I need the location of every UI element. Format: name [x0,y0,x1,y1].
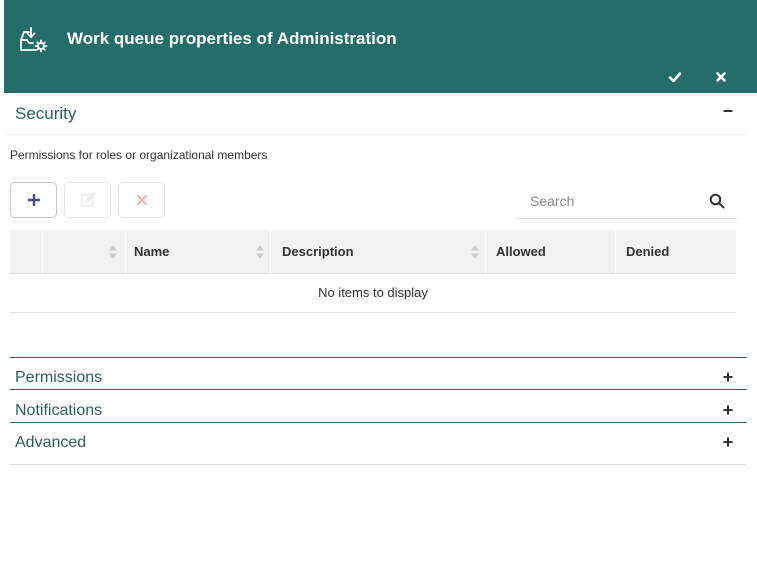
section-divider [10,389,747,390]
permissions-grid: Name Description Allowed Denied No items… [10,230,736,313]
edit-icon [80,192,96,207]
sort-icon[interactable] [255,244,265,260]
section-security-title: Security [15,104,77,123]
column-header-allowed[interactable]: Allowed [486,230,616,274]
delete-permission-button[interactable] [118,182,165,218]
section-permissions-title: Permissions [15,369,103,386]
plus-icon[interactable] [722,371,734,383]
sort-icon[interactable] [470,244,480,260]
close-icon [716,72,726,82]
section-notifications-header[interactable]: Notifications [4,394,748,422]
section-divider [10,464,747,465]
section-advanced-header[interactable]: Advanced [4,426,748,464]
search-icon[interactable] [709,193,725,209]
section-advanced-title: Advanced [15,434,87,451]
plus-icon [27,194,40,206]
minus-icon[interactable] [722,105,734,117]
sort-icon[interactable] [108,244,118,260]
column-header-select [10,230,43,274]
plus-icon[interactable] [722,436,734,448]
edit-permission-button[interactable] [64,182,111,218]
column-header-description[interactable]: Description [271,230,486,274]
grid-header: Name Description Allowed Denied [10,230,736,274]
permissions-caption: Permissions for roles or organizational … [10,148,268,162]
plus-icon[interactable] [722,404,734,416]
column-header-name-label: Name [134,244,170,259]
section-security-header[interactable]: Security [4,99,748,135]
column-header-description-label: Description [282,244,354,259]
inbox-gear-icon [20,27,48,53]
column-header-denied-label: Denied [626,244,670,259]
search-box [516,184,737,219]
add-permission-button[interactable] [10,182,57,218]
search-input[interactable] [516,184,706,217]
section-divider [10,357,747,358]
check-icon [668,72,682,83]
column-header-denied[interactable]: Denied [616,230,736,274]
delete-icon [136,194,147,206]
column-header-allowed-label: Allowed [496,244,546,259]
section-permissions-header[interactable]: Permissions [4,362,748,389]
dialog-title: Work queue properties of Administration [67,29,397,48]
section-notifications-title: Notifications [15,402,103,419]
column-header-icon[interactable] [43,230,126,274]
section-divider [10,422,747,423]
confirm-button[interactable] [664,66,686,88]
dialog-header: Work queue properties of Administration [4,0,757,93]
column-header-name[interactable]: Name [126,230,271,274]
grid-empty-message: No items to display [10,274,736,313]
close-button[interactable] [710,66,732,88]
